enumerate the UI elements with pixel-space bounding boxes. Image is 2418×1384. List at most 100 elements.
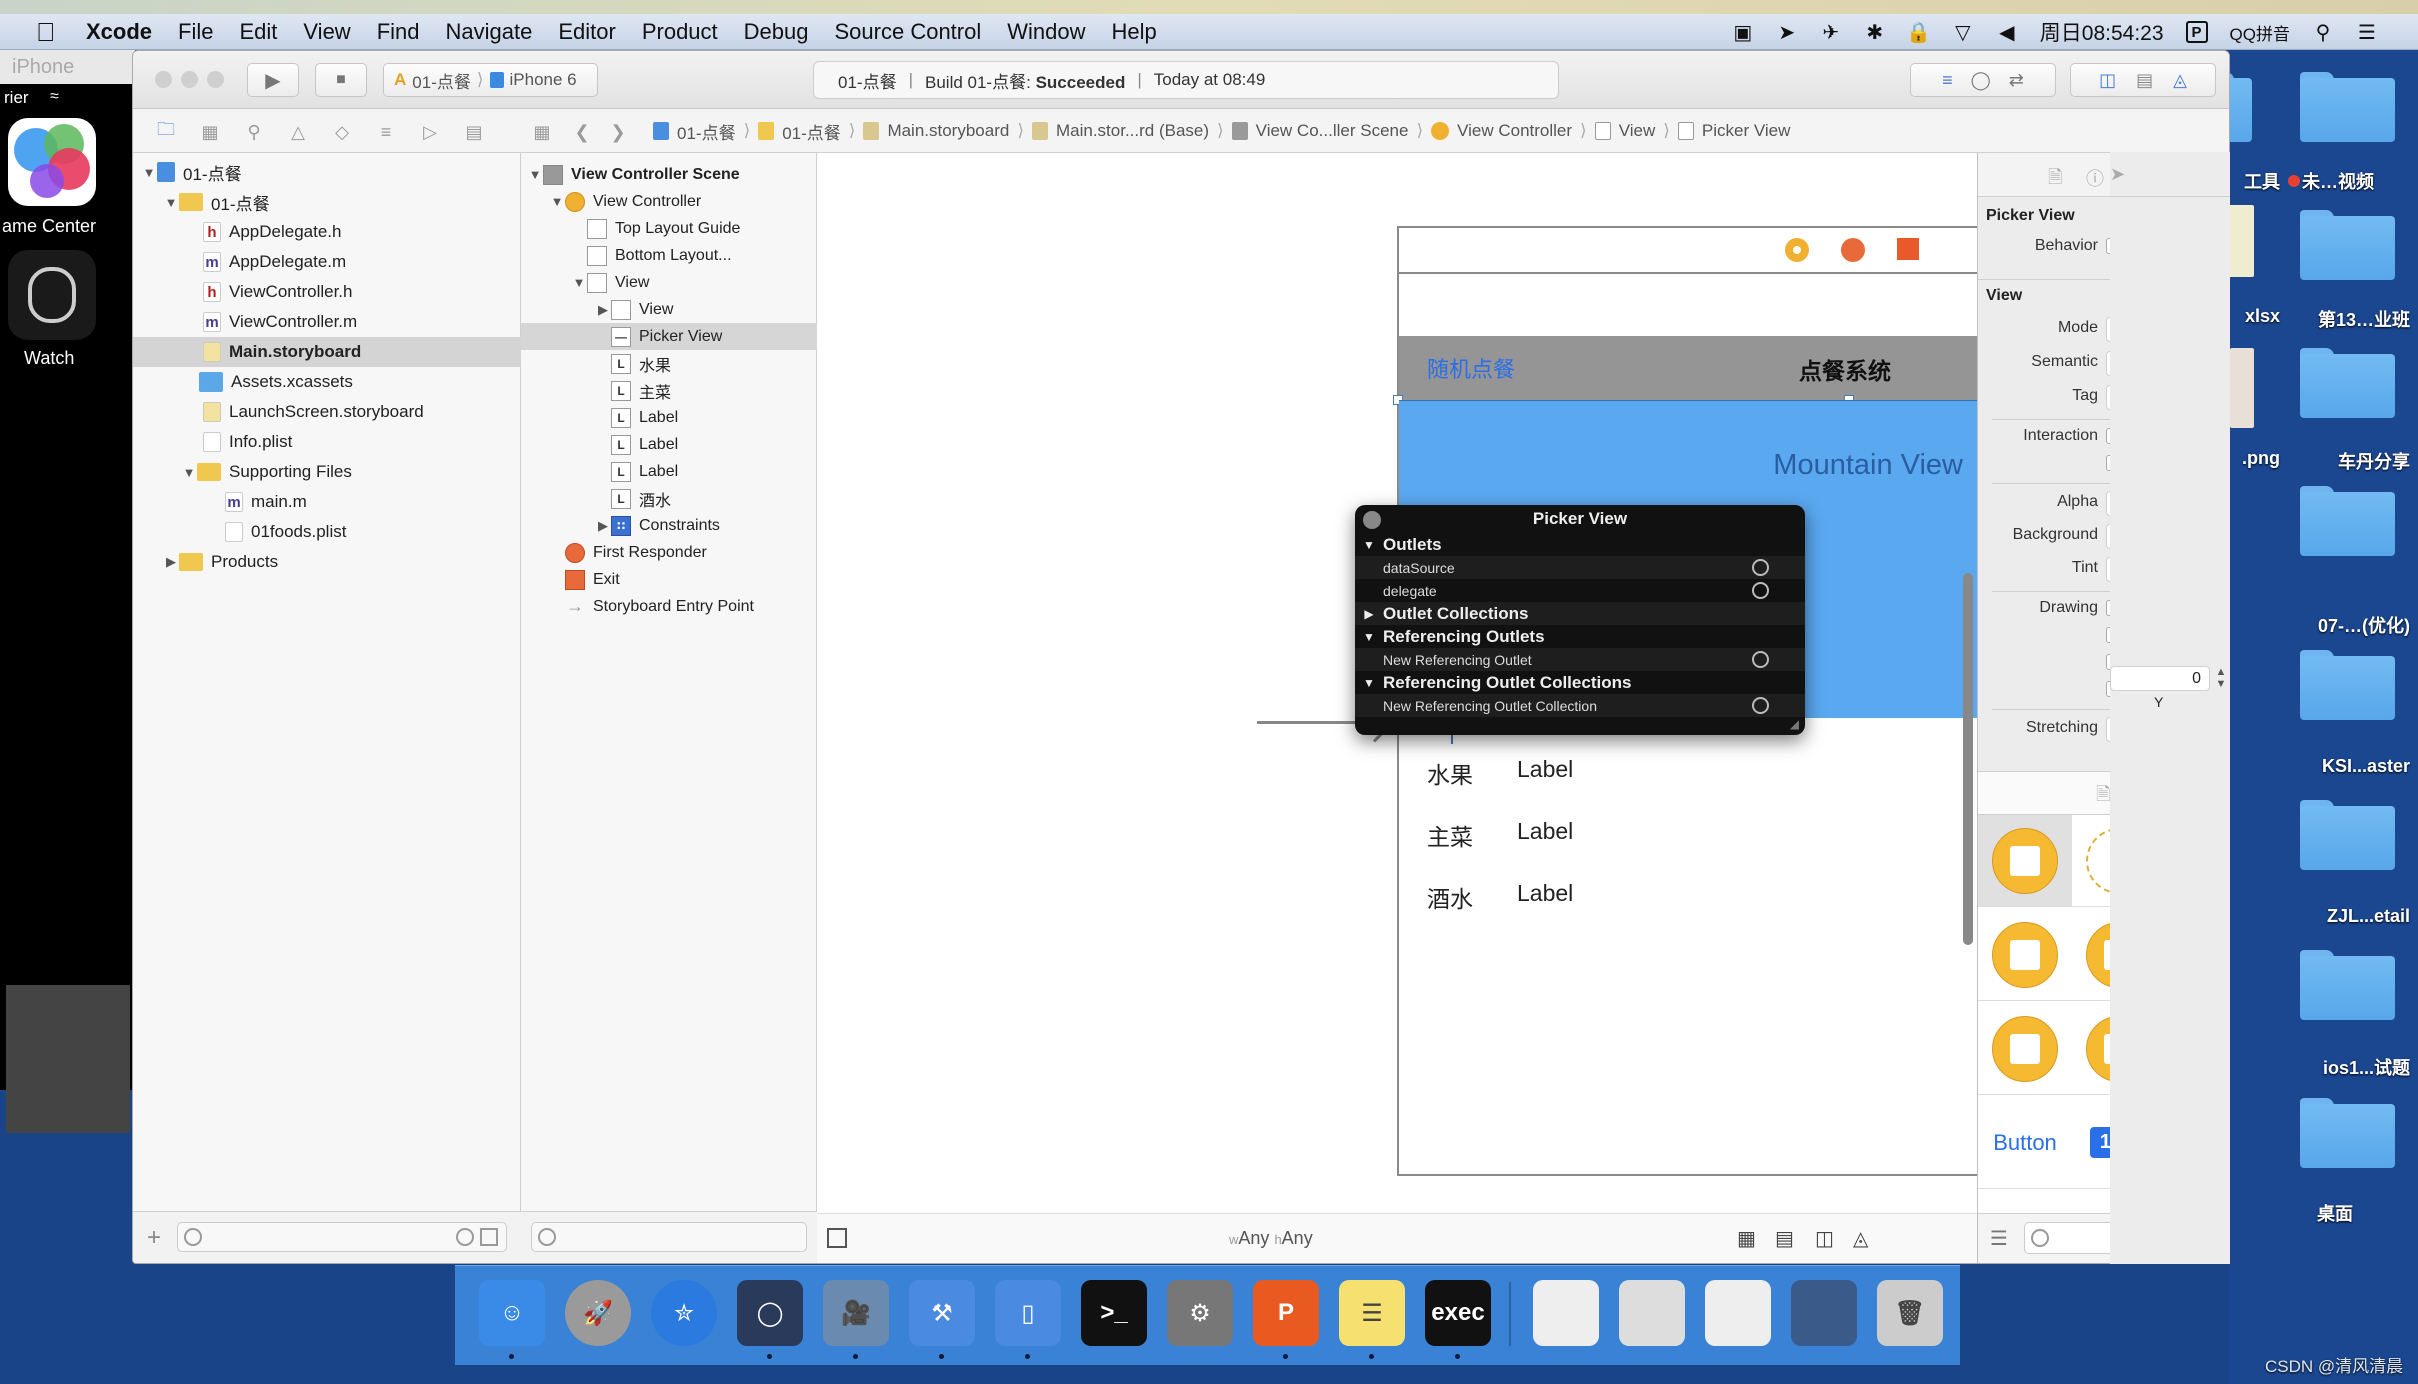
outline-row[interactable]: L Label: [521, 404, 817, 431]
game-center-app-icon[interactable]: [8, 118, 96, 206]
popup-section-referencing-outlets[interactable]: ▼ Referencing Outlets: [1355, 625, 1805, 648]
menu-navigate[interactable]: Navigate: [446, 19, 533, 45]
menu-find[interactable]: Find: [377, 19, 420, 45]
desktop-item-label[interactable]: ios1...试题: [2240, 1054, 2410, 1080]
outline-row[interactable]: L Label: [521, 431, 817, 458]
watch-app-icon[interactable]: [8, 250, 96, 340]
version-editor-icon[interactable]: ⇄: [2009, 70, 2024, 91]
input-method-icon[interactable]: P: [2185, 21, 2208, 43]
disclosure-open-icon[interactable]: ▼: [1355, 630, 1383, 644]
connection-circle-icon[interactable]: [1752, 651, 1769, 668]
breadcrumb-item[interactable]: 01-点餐: [782, 119, 841, 144]
source-control-filter-icon[interactable]: [480, 1228, 498, 1246]
tree-item[interactable]: Info.plist: [133, 427, 521, 457]
related-items-icon[interactable]: ▦: [531, 121, 553, 143]
stretching-y-stepper[interactable]: ▲ ▼: [2214, 666, 2228, 691]
exit-icon[interactable]: [1897, 238, 1919, 260]
airplane-icon[interactable]: ✈: [1820, 21, 1842, 44]
outline-row[interactable]: Bottom Layout...: [521, 242, 817, 269]
issue-navigator-icon[interactable]: △: [287, 121, 309, 143]
dock-item-document-2[interactable]: [1619, 1280, 1685, 1346]
desktop-folder-icon[interactable]: [2300, 950, 2395, 1020]
outline-row[interactable]: L 主菜: [521, 377, 817, 404]
library-item[interactable]: [1978, 909, 2073, 1001]
dock-item-simulator[interactable]: ▯: [995, 1280, 1061, 1346]
standard-editor-icon[interactable]: ≡: [1942, 70, 1953, 91]
dock-item-console[interactable]: exec: [1425, 1280, 1491, 1346]
bluetooth-icon[interactable]: ✱: [1864, 21, 1886, 44]
scheme-selector[interactable]: A 01-点餐 ⟩ iPhone 6: [383, 63, 598, 97]
location-icon[interactable]: ➤: [1776, 21, 1798, 44]
view-toggle-segment[interactable]: ◫ ▤ ◬: [2070, 63, 2216, 97]
tree-item[interactable]: 01foods.plist: [133, 517, 521, 547]
desktop-item-label[interactable]: 07-…(优化): [2240, 612, 2410, 638]
desktop-item-label[interactable]: 第13…业班: [2240, 306, 2410, 332]
desktop-item-label[interactable]: ZJL...etail: [2240, 906, 2410, 927]
popup-section-referencing-outlet-collections[interactable]: ▼ Referencing Outlet Collections: [1355, 671, 1805, 694]
run-button[interactable]: ▶: [247, 63, 299, 97]
menu-edit[interactable]: Edit: [239, 19, 277, 45]
outline-row[interactable]: First Responder: [521, 539, 817, 566]
clock[interactable]: 周日08:54:23: [2040, 17, 2164, 47]
debug-navigator-icon[interactable]: ≡: [375, 121, 397, 143]
dock-item-document-1[interactable]: [1533, 1280, 1599, 1346]
breadcrumb-item[interactable]: View: [1619, 121, 1656, 141]
tree-item[interactable]: Assets.xcassets: [133, 367, 521, 397]
navigator-filter-input[interactable]: [177, 1222, 507, 1252]
outline-row[interactable]: ▶ ∷ Constraints: [521, 512, 817, 539]
outline-row[interactable]: L 水果: [521, 350, 817, 377]
disclosure-open-icon[interactable]: ▼: [141, 165, 157, 180]
tree-item[interactable]: ▶ Products: [133, 547, 521, 577]
outline-row[interactable]: ▼ View Controller: [521, 188, 817, 215]
notification-center-icon[interactable]: ☰: [2356, 21, 2378, 44]
stack-icon[interactable]: ▦: [1737, 1226, 1756, 1251]
desktop-folder-icon[interactable]: [2300, 72, 2395, 142]
desktop-folder-icon[interactable]: [2300, 210, 2395, 280]
navigator-toggle-icon[interactable]: ◫: [2099, 70, 2116, 91]
menu-app-xcode[interactable]: Xcode: [86, 19, 152, 45]
breadcrumb-item[interactable]: View Controller: [1457, 121, 1572, 141]
popup-section-outlets[interactable]: ▼ Outlets: [1355, 533, 1805, 556]
connections-popup[interactable]: Picker View ▼ Outlets dataSource delegate…: [1355, 505, 1805, 735]
desktop-folder-icon[interactable]: [2300, 348, 2395, 418]
tree-item[interactable]: ▼ 01-点餐: [133, 157, 521, 187]
breadcrumb-item[interactable]: View Co...ller Scene: [1256, 121, 1409, 141]
desktop-folder-icon[interactable]: [2300, 486, 2395, 556]
screen-record-icon[interactable]: ▣: [1732, 21, 1754, 44]
dock-item-safari[interactable]: ✮: [651, 1280, 717, 1346]
outline-filter-input[interactable]: [531, 1222, 807, 1252]
tree-item[interactable]: h ViewController.h: [133, 277, 521, 307]
file-template-library-icon[interactable]: 🗎: [2096, 782, 2110, 812]
dock-item-system-preferences[interactable]: ⚙: [1167, 1280, 1233, 1346]
wifi-icon[interactable]: ▽: [1952, 21, 1974, 44]
menu-window[interactable]: Window: [1007, 19, 1085, 45]
disclosure-open-icon[interactable]: ▼: [181, 465, 197, 480]
dock-item-terminal[interactable]: >_: [1081, 1280, 1147, 1346]
dock-item-xcode[interactable]: ⚒: [909, 1280, 975, 1346]
random-order-button[interactable]: 随机点餐: [1427, 352, 1515, 384]
vertical-scrollbar[interactable]: [1963, 573, 1973, 945]
lock-icon[interactable]: 🔒: [1906, 21, 1931, 44]
menu-editor[interactable]: Editor: [558, 19, 615, 45]
input-method-label[interactable]: QQ拼音: [2230, 20, 2290, 45]
list-view-icon[interactable]: ☰: [1990, 1226, 2008, 1251]
breakpoint-navigator-icon[interactable]: ▷: [419, 121, 441, 143]
tree-item[interactable]: m main.m: [133, 487, 521, 517]
quick-help-icon[interactable]: ⓘ: [2086, 165, 2104, 191]
project-navigator-icon[interactable]: 🗀: [155, 119, 177, 143]
utilities-toggle-icon[interactable]: ◬: [2173, 70, 2187, 91]
outline-row[interactable]: L 酒水: [521, 485, 817, 512]
tree-item-selected[interactable]: Main.storyboard: [133, 337, 521, 367]
first-responder-icon[interactable]: [1841, 238, 1865, 262]
volume-icon[interactable]: ◀: [1996, 21, 2018, 44]
outline-row[interactable]: Exit: [521, 566, 817, 593]
outlet-row[interactable]: New Referencing Outlet Collection: [1355, 694, 1805, 717]
stop-button[interactable]: ■: [315, 63, 367, 97]
outline-row[interactable]: L Label: [521, 458, 817, 485]
menu-source-control[interactable]: Source Control: [835, 19, 982, 45]
disclosure-open-icon[interactable]: ▼: [571, 275, 587, 290]
debug-area-toggle-icon[interactable]: ▤: [2136, 70, 2153, 91]
disclosure-open-icon[interactable]: ▼: [527, 167, 543, 182]
zoom-window-button[interactable]: [207, 71, 224, 88]
popup-section-outlet-collections[interactable]: ▶ Outlet Collections: [1355, 602, 1805, 625]
